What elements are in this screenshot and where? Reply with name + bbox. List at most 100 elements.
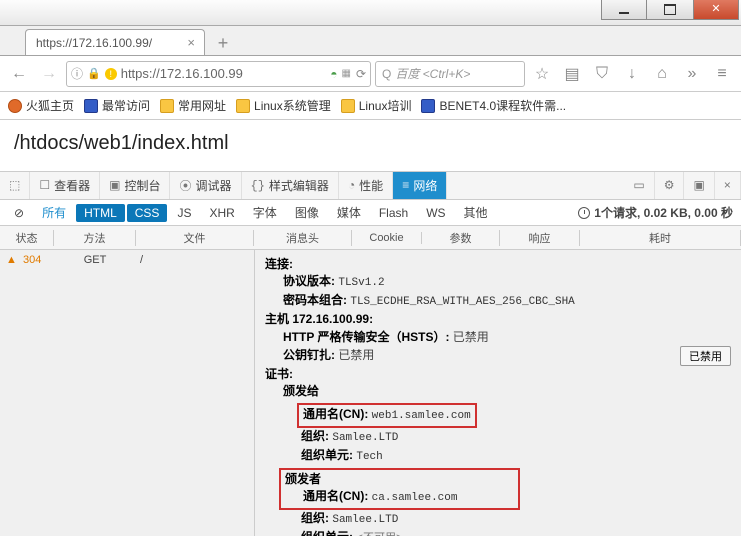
bookmarks-bar: 火狐主页 最常访问 常用网址 Linux系统管理 Linux培训 BENET4.… (0, 92, 741, 120)
col-params[interactable]: 参数 (422, 230, 500, 246)
filter-media[interactable]: 媒体 (329, 202, 369, 223)
cn-label: 通用名(CN): (303, 489, 368, 503)
clock-icon (578, 207, 590, 219)
network-filter-bar: ⊘ 所有 HTML CSS JS XHR 字体 图像 媒体 Flash WS 其… (0, 200, 741, 226)
cipher-value: TLS_ECDHE_RSA_WITH_AES_256_CBC_SHA (350, 296, 574, 308)
search-box[interactable]: Q 百度 <Ctrl+K> (375, 61, 525, 87)
security-detail-panel: 连接: 协议版本: TLSv1.2 密码本组合: TLS_ECDHE_RSA_W… (255, 250, 741, 536)
page-icon (421, 99, 435, 113)
tab-debugger[interactable]: ⦿调试器 (170, 172, 241, 199)
home-button[interactable]: ⌂ (649, 61, 675, 87)
col-method[interactable]: 方法 (54, 230, 136, 246)
tab-inspector[interactable]: ☐查看器 (30, 172, 100, 199)
info-icon[interactable]: ⓘ (71, 65, 83, 82)
devtools-panel: ⬚ ☐查看器 ▣控制台 ⦿调试器 {}样式编辑器 ◔ 性能 ≡网络 ▭ ⚙ ▣ ×… (0, 171, 741, 536)
library-button[interactable]: ▤ (559, 61, 585, 87)
folder-icon (341, 99, 355, 113)
devtools-dock-button[interactable]: ▣ (684, 172, 714, 199)
downloads-button[interactable]: ↓ (619, 61, 645, 87)
request-file: / (136, 254, 143, 266)
page-heading: /htdocs/web1/index.html (0, 120, 741, 171)
tab-style-editor[interactable]: {}样式编辑器 (242, 172, 339, 199)
filter-flash[interactable]: Flash (371, 204, 416, 222)
filter-xhr[interactable]: XHR (201, 204, 242, 222)
main-menu-button[interactable]: ≡ (709, 61, 735, 87)
protocol-value: TLSv1.2 (338, 277, 384, 289)
window-maximize-button[interactable] (647, 0, 693, 20)
devtools-settings-button[interactable]: ⚙ (655, 172, 685, 199)
nav-toolbar: ← → ⓘ 🔒 ! https://172.16.100.99 ◓ ▦ ⟳ Q … (0, 56, 741, 92)
tab-close-icon[interactable]: × (184, 35, 198, 50)
window-close-button[interactable] (693, 0, 739, 20)
bookmark-label: 最常访问 (102, 97, 150, 114)
responsive-icon: ▭ (633, 178, 644, 193)
col-status[interactable]: 状态 (0, 230, 54, 246)
col-headers[interactable]: 消息头 (254, 230, 352, 246)
filter-font[interactable]: 字体 (245, 202, 285, 223)
bookmark-item[interactable]: Linux系统管理 (236, 97, 331, 114)
filter-js[interactable]: JS (169, 204, 199, 222)
filter-html[interactable]: HTML (76, 204, 125, 222)
bookmark-label: Linux培训 (359, 97, 412, 114)
folder-icon (236, 99, 250, 113)
tab-label: 网络 (413, 177, 437, 194)
dock-icon: ▣ (693, 178, 704, 193)
cipher-label: 密码本组合: (283, 293, 347, 307)
shield-icon[interactable]: ◓ (330, 67, 337, 81)
devtools-close-button[interactable]: × (715, 172, 741, 199)
summary-text: 1个请求, 0.02 KB, 0.00 秒 (594, 204, 733, 221)
bookmark-label: 常用网址 (178, 97, 226, 114)
gear-icon: ⚙ (664, 178, 675, 193)
browser-tab[interactable]: https://172.16.100.99/ × (25, 29, 205, 55)
url-bar[interactable]: ⓘ 🔒 ! https://172.16.100.99 ◓ ▦ ⟳ (66, 61, 371, 87)
highlight-issuer: 颁发者 通用名(CN): ca.samlee.com (279, 468, 520, 510)
lock-icon: 🔒 (87, 67, 101, 80)
new-tab-button[interactable]: + (211, 33, 235, 55)
firefox-icon (8, 99, 22, 113)
org-value: Samlee.LTD (332, 514, 398, 526)
bookmark-item[interactable]: 最常访问 (84, 97, 150, 114)
qr-icon[interactable]: ▦ (341, 68, 351, 79)
bookmark-label: Linux系统管理 (254, 97, 331, 114)
pin-value: 已禁用 (338, 348, 374, 362)
back-button[interactable]: ← (6, 61, 32, 87)
col-response[interactable]: 响应 (500, 230, 580, 246)
col-file[interactable]: 文件 (136, 230, 254, 246)
warning-icon: ▲ 304 (0, 254, 54, 266)
filter-other[interactable]: 其他 (456, 202, 496, 223)
pick-icon: ⬚ (9, 178, 20, 193)
request-row[interactable]: ▲ 304 GET / (0, 250, 254, 270)
tab-performance[interactable]: ◔ 性能 (339, 172, 393, 199)
issued-to-heading: 颁发给 (283, 384, 319, 398)
bookmark-item[interactable]: 常用网址 (160, 97, 226, 114)
perf-icon: ◔ (348, 179, 355, 193)
filter-all[interactable]: 所有 (34, 202, 74, 223)
col-cookie[interactable]: Cookie (352, 232, 422, 244)
window-minimize-button[interactable] (601, 0, 647, 20)
tab-label: 查看器 (54, 177, 90, 194)
overflow-menu-button[interactable]: » (679, 61, 705, 87)
reload-button[interactable]: ⟳ (356, 67, 366, 81)
clear-button[interactable]: ⊘ (6, 204, 32, 222)
bookmark-star-button[interactable]: ☆ (529, 61, 555, 87)
bookmark-item[interactable]: Linux培训 (341, 97, 412, 114)
tab-label: 性能 (359, 177, 383, 194)
tab-title: https://172.16.100.99/ (36, 36, 184, 50)
tab-console[interactable]: ▣控制台 (100, 172, 170, 199)
filter-css[interactable]: CSS (127, 204, 168, 222)
pick-element-button[interactable]: ⬚ (0, 172, 30, 199)
bookmark-item[interactable]: 火狐主页 (8, 97, 74, 114)
disable-button[interactable]: 已禁用 (680, 346, 731, 366)
filter-img[interactable]: 图像 (287, 202, 327, 223)
network-columns-header: 状态 方法 文件 消息头 Cookie 参数 响应 耗时 (0, 226, 741, 250)
hsts-value: 已禁用 (453, 330, 489, 344)
bookmark-label: 火狐主页 (26, 97, 74, 114)
responsive-mode-button[interactable]: ▭ (624, 172, 654, 199)
tab-label: 样式编辑器 (269, 177, 329, 194)
bookmark-item[interactable]: BENET4.0课程软件需... (421, 97, 566, 114)
host-heading: 主机 172.16.100.99: (265, 312, 373, 326)
pocket-button[interactable]: ⛉ (589, 61, 615, 87)
filter-ws[interactable]: WS (418, 204, 453, 222)
tab-network[interactable]: ≡网络 (393, 172, 447, 199)
col-timing[interactable]: 耗时 (580, 230, 741, 246)
